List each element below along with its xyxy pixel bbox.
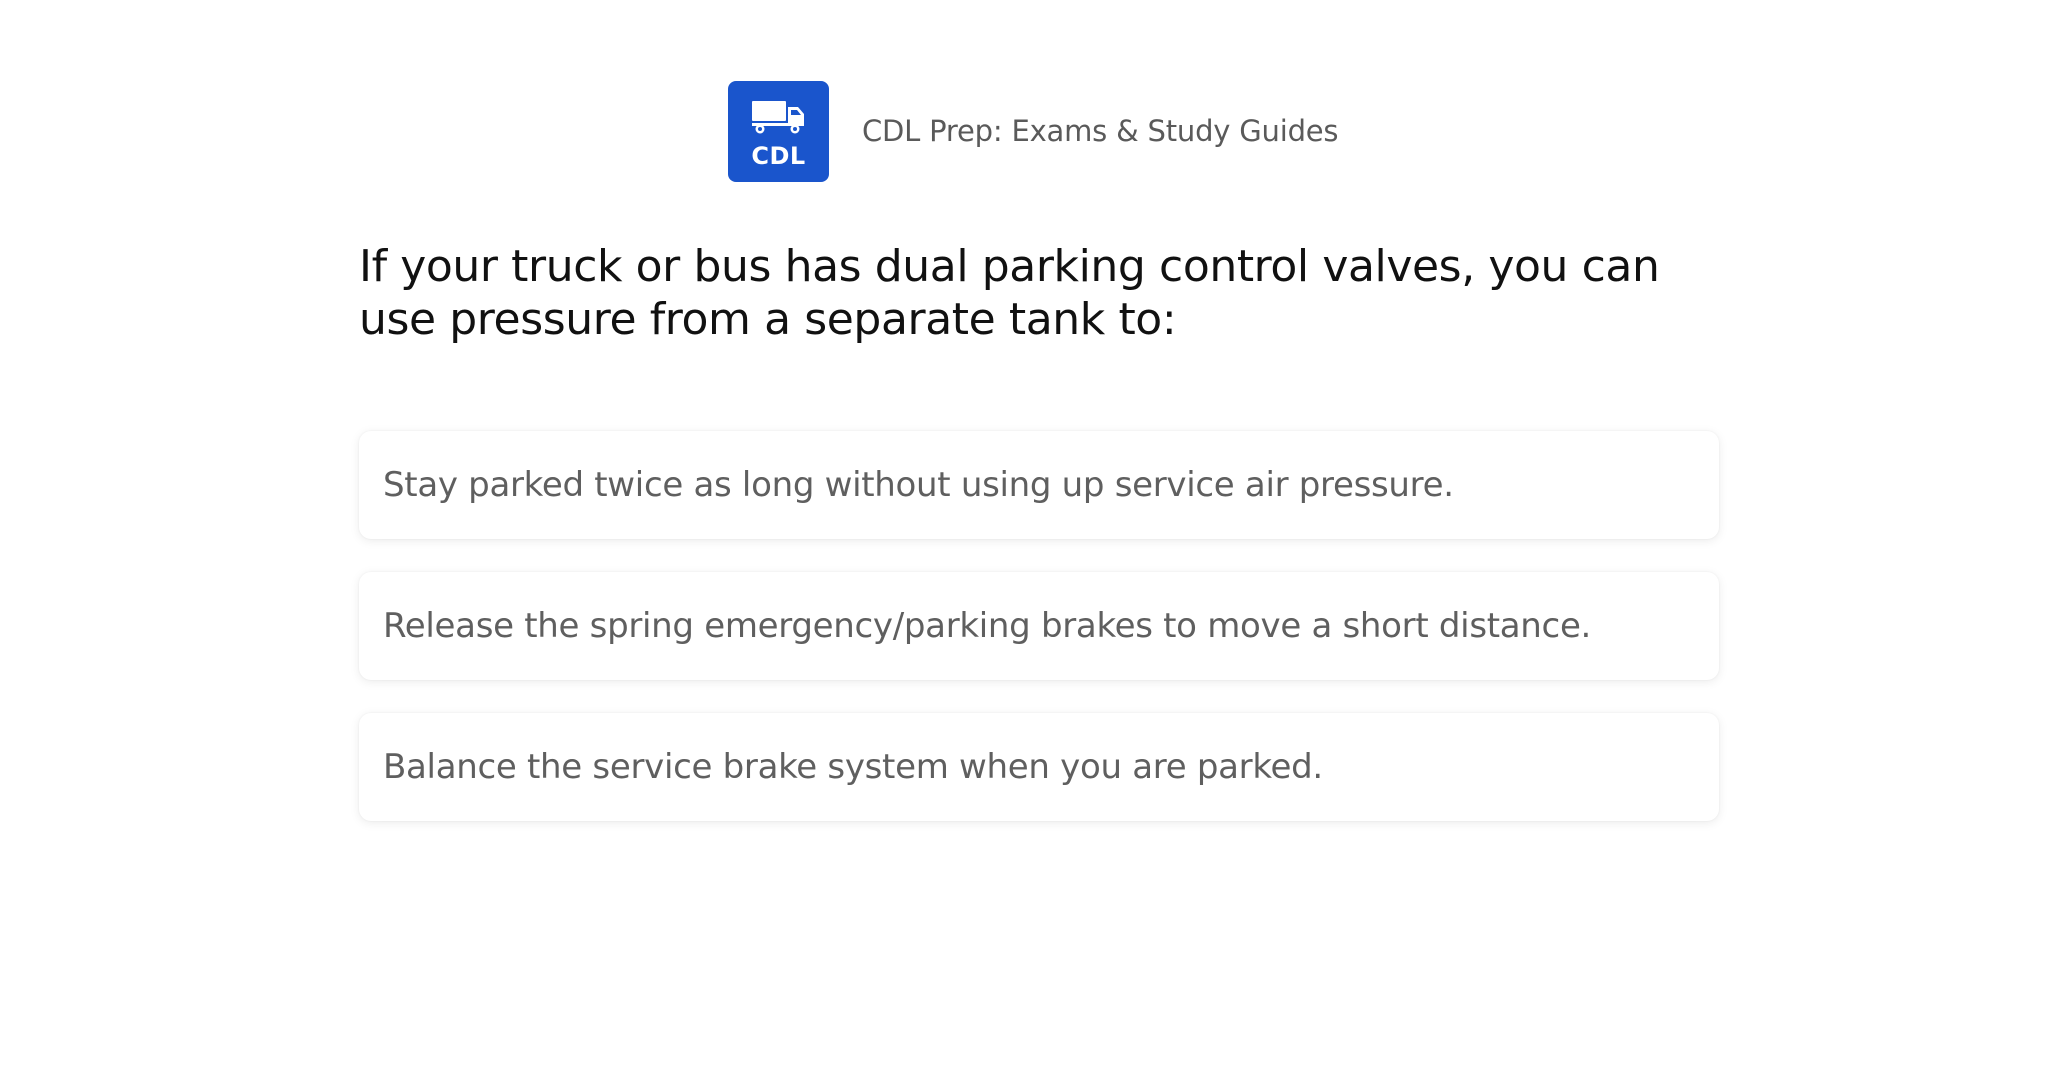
app-title: CDL Prep: Exams & Study Guides [862, 114, 1339, 148]
truck-icon [752, 100, 804, 133]
answer-option-1[interactable]: Stay parked twice as long without using … [359, 431, 1719, 539]
answer-option-3[interactable]: Balance the service brake system when yo… [359, 713, 1719, 821]
answer-label: Stay parked twice as long without using … [383, 465, 1454, 505]
app-header: CDL CDL Prep: Exams & Study Guides [728, 80, 1339, 182]
answer-option-2[interactable]: Release the spring emergency/parking bra… [359, 572, 1719, 680]
logo-text: CDL [751, 141, 806, 170]
answer-label: Balance the service brake system when yo… [383, 747, 1323, 787]
app-logo: CDL [728, 80, 829, 182]
answer-list: Stay parked twice as long without using … [359, 431, 1719, 854]
answer-label: Release the spring emergency/parking bra… [383, 606, 1592, 646]
question-text: If your truck or bus has dual parking co… [359, 241, 1660, 345]
